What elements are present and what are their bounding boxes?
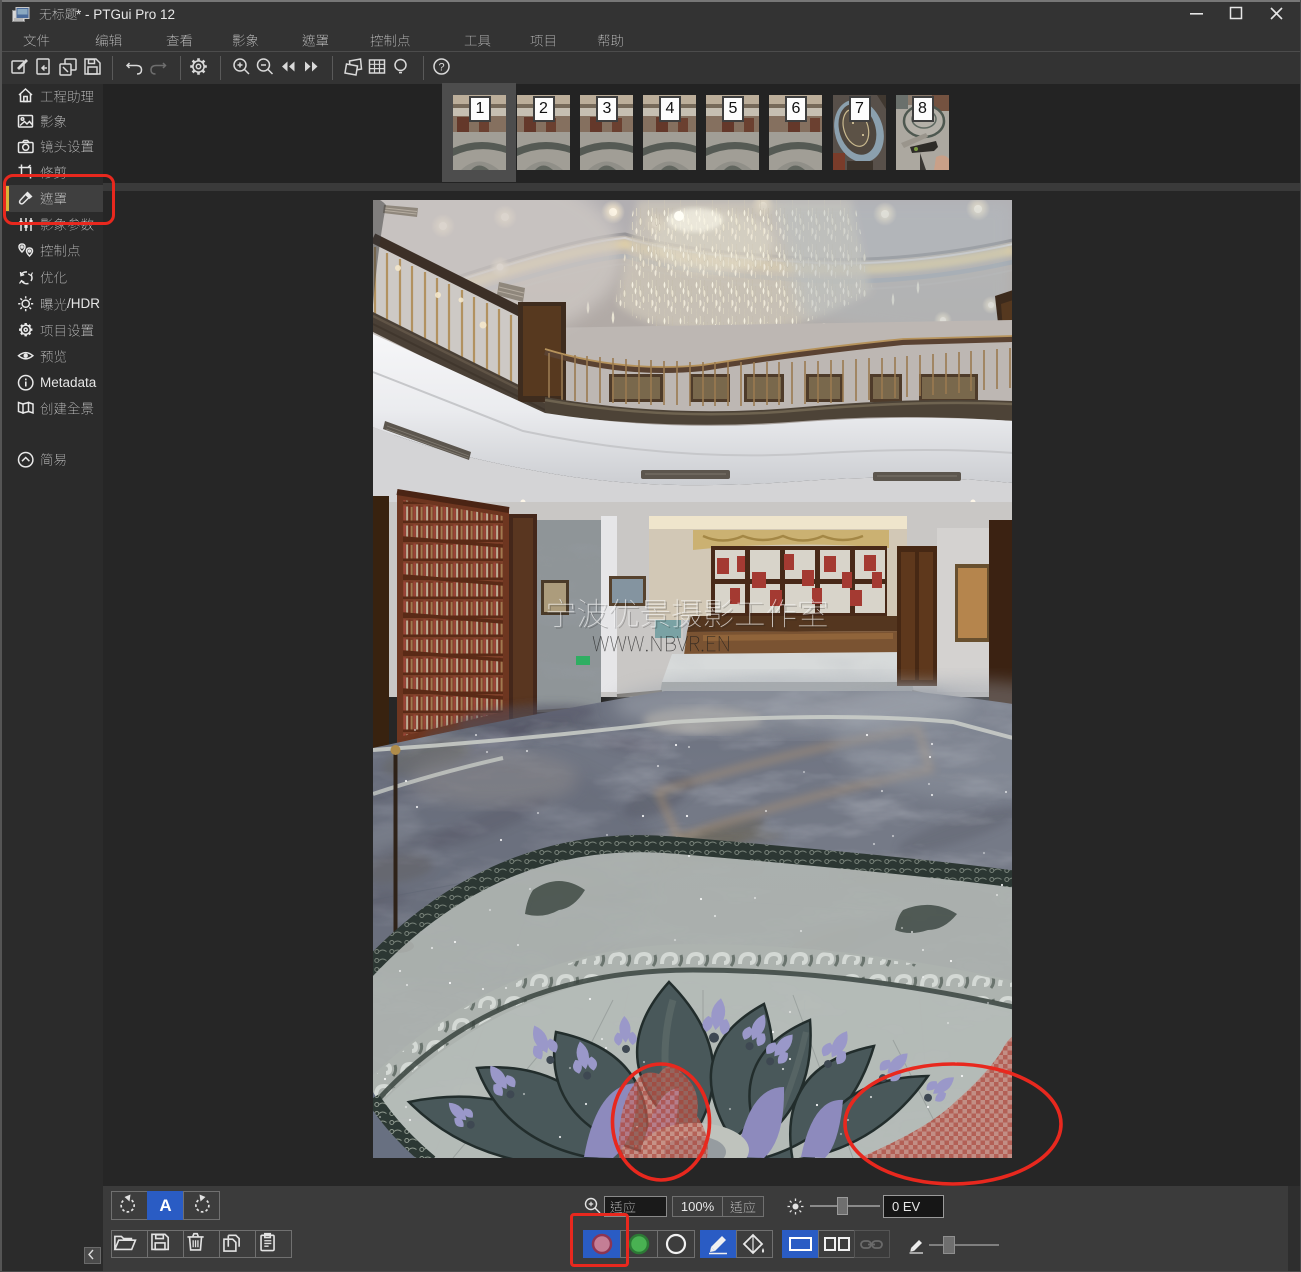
svg-text:?: ? (438, 62, 444, 74)
